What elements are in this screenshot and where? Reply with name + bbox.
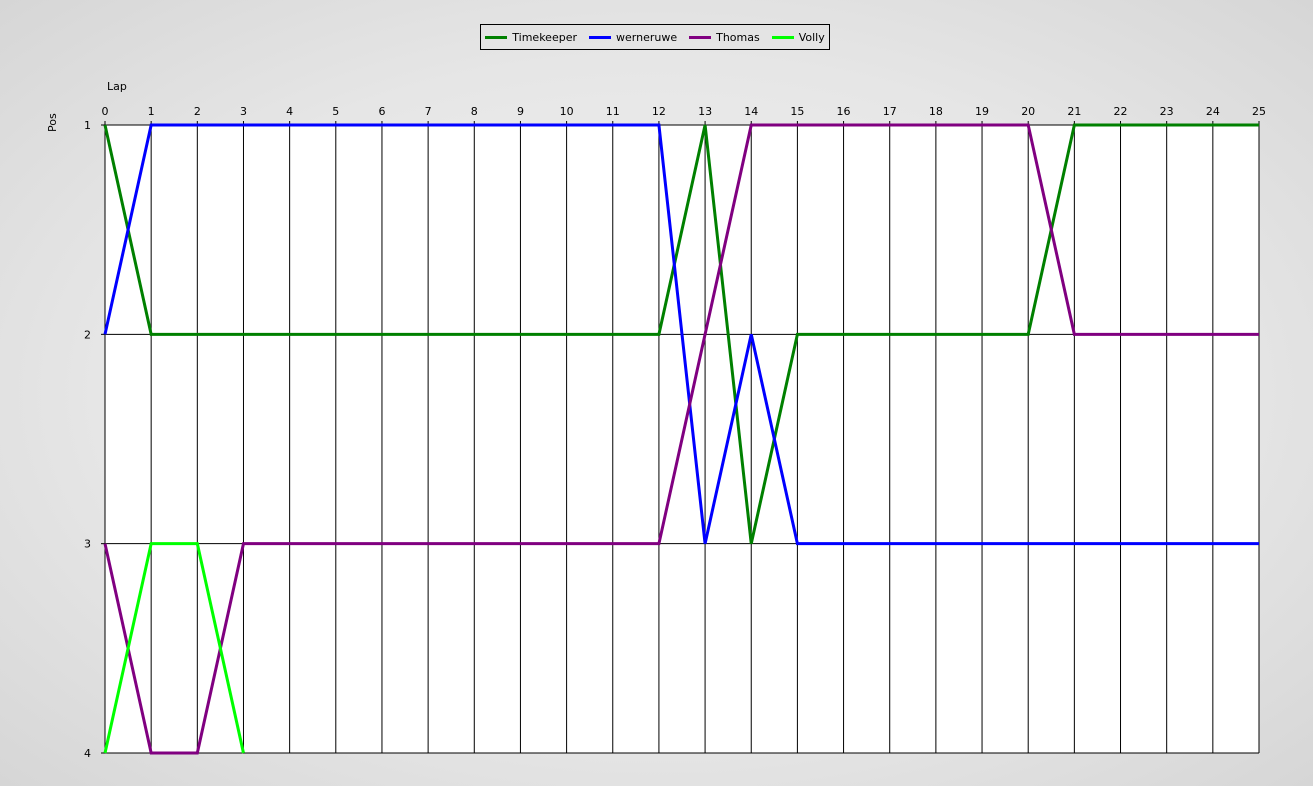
legend-swatch	[485, 35, 508, 39]
x-tick-label: 0	[102, 105, 109, 118]
x-tick-label: 1	[148, 105, 155, 118]
x-tick-label: 4	[286, 105, 293, 118]
x-tick-label: 18	[929, 105, 943, 118]
legend-swatch	[771, 35, 794, 39]
x-tick-label: 22	[1114, 105, 1128, 118]
x-tick-label: 5	[332, 105, 339, 118]
x-tick-label: 23	[1160, 105, 1174, 118]
legend-label: Thomas	[716, 30, 760, 44]
x-tick-label: 25	[1252, 105, 1266, 118]
y-tick-label: 2	[84, 328, 91, 341]
x-tick-label: 13	[698, 105, 712, 118]
x-tick-label: 10	[560, 105, 574, 118]
y-tick-labels: 1 2 3 4	[84, 119, 91, 760]
x-tick-label: 21	[1067, 105, 1081, 118]
x-tick-label: 6	[378, 105, 385, 118]
x-tick-label: 2	[194, 105, 201, 118]
legend-item: werneruwe	[589, 31, 677, 44]
x-tick-label: 3	[240, 105, 247, 118]
x-tick-label: 15	[790, 105, 804, 118]
x-tick-label: 9	[517, 105, 524, 118]
legend-item: Volly	[771, 30, 825, 44]
x-tick-label: 7	[425, 105, 432, 118]
y-tick-label: 4	[84, 747, 91, 760]
legend-item: Timekeeper	[485, 31, 577, 44]
x-tick-label: 20	[1021, 105, 1035, 118]
x-tick-label: 16	[837, 105, 851, 118]
legend-label: Timekeeper	[512, 30, 577, 44]
x-tick-label: 19	[975, 105, 989, 118]
x-tick-label: 17	[883, 105, 897, 118]
x-axis-title: Lap	[107, 80, 127, 93]
y-tick-label: 3	[84, 538, 91, 551]
legend-swatch	[589, 35, 611, 39]
x-tick-label: 14	[744, 105, 758, 118]
x-tick-label: 11	[606, 105, 620, 118]
x-tick-label: 12	[652, 105, 666, 118]
y-axis-title: Pos	[46, 113, 59, 132]
legend-label: Volly	[798, 30, 825, 44]
x-tick-label: 8	[471, 105, 478, 118]
legend: Timekeeper werneruwe Thomas Volly	[480, 24, 830, 50]
x-tick-label: 24	[1206, 105, 1220, 118]
position-chart: 0 1 2 3 4 5 6 7 8 9 10 11 12 13 14 15 16 17 18 19 20 21 22 23 24…	[84, 105, 1267, 760]
legend-item: Thomas	[689, 31, 760, 44]
legend-label: werneruwe	[616, 30, 678, 44]
x-tick-labels: 0 1 2 3 4 5 6 7 8 9 10 11 12 13 14 15 16 17 18 19 20 21 22 23 24…	[102, 105, 1267, 118]
legend-swatch	[689, 35, 712, 39]
y-tick-label: 1	[84, 119, 91, 132]
